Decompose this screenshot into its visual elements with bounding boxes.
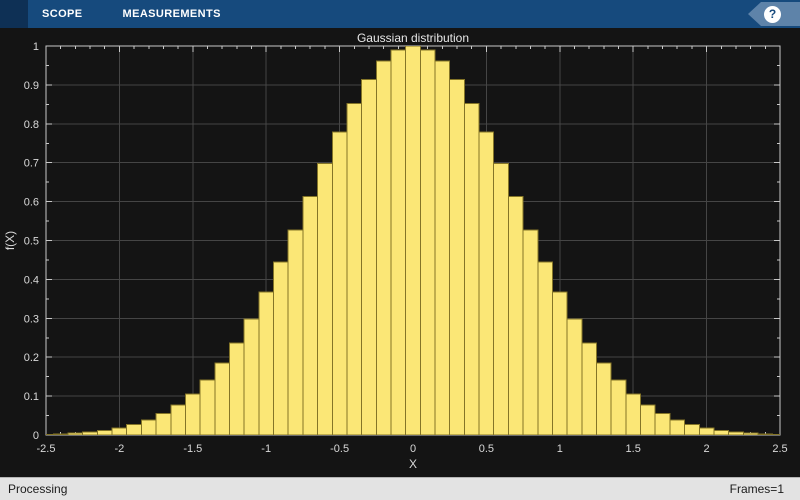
bar xyxy=(184,393,201,435)
svg-text:0.9: 0.9 xyxy=(24,80,39,92)
bar xyxy=(434,60,451,435)
bar xyxy=(581,342,598,435)
svg-text:1: 1 xyxy=(33,41,39,53)
bar xyxy=(654,412,671,435)
x-axis-label: X xyxy=(409,457,417,471)
svg-text:-1: -1 xyxy=(261,443,271,455)
bar xyxy=(449,78,465,435)
svg-text:0.7: 0.7 xyxy=(24,158,39,170)
bar xyxy=(52,433,69,435)
svg-text:0.4: 0.4 xyxy=(24,274,39,286)
plot-region: Gaussian distribution -2.5 -2 -1.5 -1 -0.5 0 0.… xyxy=(0,28,800,477)
tab-scope[interactable]: SCOPE xyxy=(28,0,97,28)
bar xyxy=(493,163,509,435)
scope-window: SCOPE MEASUREMENTS ? Gaussian distributi… xyxy=(0,0,800,500)
bar xyxy=(713,429,730,435)
help-icon[interactable]: ? xyxy=(764,5,781,23)
bar xyxy=(258,291,275,435)
bar xyxy=(757,433,774,435)
svg-text:0.5: 0.5 xyxy=(24,236,39,248)
bar xyxy=(596,362,612,435)
svg-text:0.6: 0.6 xyxy=(24,197,39,209)
bar xyxy=(82,431,98,435)
bar xyxy=(140,419,157,435)
bar xyxy=(96,429,113,435)
bar xyxy=(478,131,495,435)
bar xyxy=(346,103,363,435)
toolbar-corner xyxy=(0,0,28,28)
status-bar: Processing Frames=1 xyxy=(0,477,800,500)
bar xyxy=(229,342,245,435)
bar xyxy=(273,261,289,435)
svg-text:2: 2 xyxy=(704,443,710,455)
status-processing: Processing xyxy=(8,482,68,496)
bar xyxy=(405,46,421,435)
bar xyxy=(126,423,142,435)
svg-text:0.8: 0.8 xyxy=(24,119,39,131)
svg-text:-1.5: -1.5 xyxy=(183,443,202,455)
svg-text:1.5: 1.5 xyxy=(626,443,641,455)
bar xyxy=(507,196,524,435)
bar xyxy=(155,412,172,435)
chart-svg: Gaussian distribution -2.5 -2 -1.5 -1 -0.5 0 0.… xyxy=(3,31,788,471)
bar xyxy=(625,393,642,435)
bar xyxy=(111,427,128,435)
bar xyxy=(170,404,186,435)
bar xyxy=(331,131,348,435)
svg-text:-0.5: -0.5 xyxy=(330,443,349,455)
bar xyxy=(640,404,656,435)
bar xyxy=(551,291,568,435)
bar xyxy=(463,103,480,435)
bar xyxy=(199,379,216,435)
bar xyxy=(566,318,583,435)
bar xyxy=(375,60,392,435)
svg-text:2.5: 2.5 xyxy=(772,443,787,455)
bar xyxy=(610,379,627,435)
bar xyxy=(317,163,333,435)
bar xyxy=(419,49,436,435)
bar xyxy=(669,419,686,435)
status-frames: Frames=1 xyxy=(729,482,784,496)
svg-text:0: 0 xyxy=(33,430,39,442)
svg-text:-2: -2 xyxy=(115,443,125,455)
svg-text:0.5: 0.5 xyxy=(479,443,494,455)
svg-text:0.3: 0.3 xyxy=(24,313,39,325)
bar xyxy=(302,196,319,435)
tab-measurements[interactable]: MEASUREMENTS xyxy=(109,0,235,28)
bar xyxy=(522,229,539,435)
y-axis-label: f(X) xyxy=(3,231,17,250)
svg-text:0: 0 xyxy=(410,443,416,455)
bar xyxy=(287,229,304,435)
svg-text:0.1: 0.1 xyxy=(24,391,39,403)
bar xyxy=(537,261,553,435)
bar xyxy=(698,427,715,435)
bar xyxy=(728,431,744,435)
chart-title: Gaussian distribution xyxy=(357,31,469,45)
bar xyxy=(243,318,260,435)
svg-text:-2.5: -2.5 xyxy=(37,443,56,455)
bar xyxy=(684,423,700,435)
bar xyxy=(390,49,407,435)
bar xyxy=(67,432,84,435)
toolbar: SCOPE MEASUREMENTS ? xyxy=(0,0,800,28)
help-button[interactable]: ? xyxy=(748,2,800,26)
svg-text:0.2: 0.2 xyxy=(24,352,39,364)
bar xyxy=(361,78,377,435)
bar xyxy=(214,362,231,435)
bar xyxy=(742,432,759,435)
svg-text:1: 1 xyxy=(557,443,563,455)
